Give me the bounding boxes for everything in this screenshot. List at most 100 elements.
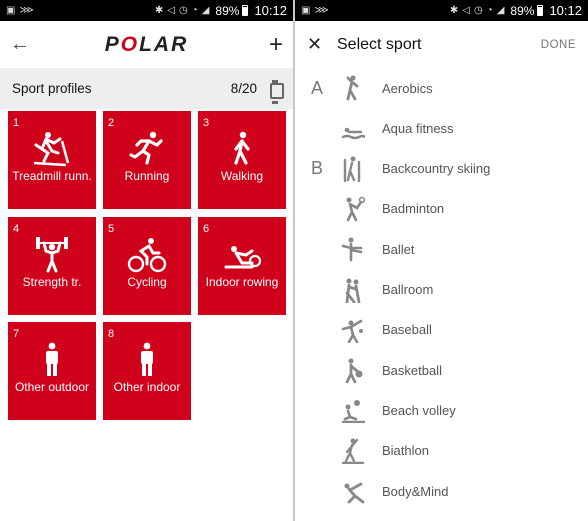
sport-list-item[interactable]: Basketball	[295, 350, 588, 390]
status-bar: ▣ ⋙ ✱ ◁ ◷ ◔ ◢ 89% 10:12	[0, 0, 293, 21]
sport-profiles-header: Sport profiles 8/20	[0, 68, 293, 109]
running-icon	[129, 131, 163, 165]
watch-icon[interactable]	[269, 79, 284, 104]
tile-label: Cycling	[127, 275, 167, 289]
tile-number: 3	[203, 117, 210, 129]
profile-count: 8/20	[230, 81, 257, 96]
sport-name: Ballroom	[382, 282, 434, 297]
tile-number: 8	[108, 328, 115, 340]
sport-list-item[interactable]: Baseball	[295, 310, 588, 350]
profile-tile-other-outdoor[interactable]: 7 Other outdoor	[8, 322, 96, 420]
tile-number: 7	[13, 328, 20, 340]
status-bar: ▣ ⋙ ✱ ◁ ◷ ◔ ◢ 89% 10:12	[295, 0, 588, 21]
clock: 10:12	[254, 3, 287, 18]
sport-list-item[interactable]: A Aerobics	[295, 68, 588, 108]
sport-list-item[interactable]: Biathlon	[295, 431, 588, 471]
mute-icon: ◁	[462, 5, 470, 16]
tile-number: 2	[108, 117, 115, 129]
bluetooth-icon: ✱	[449, 5, 459, 16]
polar-logo: POLAR	[104, 32, 189, 56]
cell-signal-icon: ◢	[201, 5, 210, 16]
badminton-icon	[346, 196, 365, 222]
tile-label: Other outdoor	[14, 380, 90, 394]
section-letter: A	[311, 77, 324, 98]
profile-tile-indoor-rowing[interactable]: 6 Indoor rowing	[198, 217, 286, 315]
page-title: Select sport	[337, 35, 422, 53]
profile-tile-strength[interactable]: 4 Strength tr.	[8, 217, 96, 315]
battery-percent: 89%	[510, 3, 535, 18]
mute-icon: ◁	[167, 5, 175, 16]
profile-tile-running[interactable]: 2 Running	[103, 111, 191, 209]
section-letter: B	[311, 158, 324, 179]
tile-label: Running	[124, 169, 170, 183]
select-sport-bar: ✕ Select sport DONE	[295, 21, 588, 68]
person-standing-icon	[141, 342, 153, 376]
sport-list-item[interactable]: Ballroom	[295, 270, 588, 310]
sport-name: Body&Mind	[382, 483, 449, 499]
aqua-fitness-icon	[341, 127, 365, 140]
gallery-icon: ▣	[6, 5, 16, 16]
sport-list-item[interactable]: B Backcountry skiing	[295, 149, 588, 189]
beach-volley-icon	[341, 400, 365, 424]
battery-percent: 89%	[215, 3, 240, 18]
signal-lines-icon: ⋙	[19, 5, 34, 16]
sport-profiles-screen: ▣ ⋙ ✱ ◁ ◷ ◔ ◢ 89% 10:12 ← POLAR + Sport …	[0, 0, 293, 521]
section-title: Sport profiles	[12, 81, 92, 96]
close-icon[interactable]: ✕	[307, 34, 337, 55]
signal-lines-icon: ⋙	[314, 5, 329, 16]
profile-tile-other-indoor[interactable]: 8 Other indoor	[103, 322, 191, 420]
sport-name: Badminton	[382, 201, 445, 217]
add-profile-button[interactable]: +	[259, 31, 283, 59]
sport-name: Basketball	[382, 362, 442, 378]
back-arrow-icon[interactable]: ←	[10, 33, 34, 56]
sport-list-item[interactable]: Badminton	[295, 189, 588, 229]
sport-list-item[interactable]: Aqua fitness	[295, 108, 588, 148]
strength-training-icon	[36, 237, 68, 273]
done-button[interactable]: DONE	[541, 39, 576, 51]
ballroom-icon	[345, 278, 361, 303]
sport-name: Ballet	[382, 241, 415, 257]
body-mind-icon	[344, 482, 365, 504]
sport-name: Beach volley	[382, 402, 456, 418]
baseball-icon	[341, 319, 363, 343]
sport-name: Biathlon	[382, 443, 429, 459]
profile-tile-treadmill[interactable]: 1 Treadmill runn.	[8, 111, 96, 209]
bluetooth-icon: ✱	[154, 5, 164, 16]
profile-tile-cycling[interactable]: 5 Cycling	[103, 217, 191, 315]
tile-label: Walking	[220, 169, 264, 183]
gallery-icon: ▣	[301, 5, 311, 16]
battery-icon	[537, 5, 544, 16]
basketball-icon	[345, 358, 363, 384]
tile-label: Strength tr.	[22, 275, 82, 289]
treadmill-icon	[33, 132, 70, 167]
clock: 10:12	[549, 3, 582, 18]
sport-name: Aqua fitness	[382, 120, 454, 136]
backcountry-skiing-icon	[343, 156, 361, 182]
alarm-icon: ◷	[473, 5, 483, 16]
cycling-icon	[127, 238, 167, 273]
sport-name: Backcountry skiing	[382, 161, 491, 177]
indoor-rowing-icon	[224, 246, 262, 269]
battery-icon	[242, 5, 249, 16]
alarm-icon: ◷	[178, 5, 188, 16]
walking-icon	[234, 131, 250, 165]
tile-number: 4	[13, 223, 20, 235]
profile-tile-walking[interactable]: 3 Walking	[198, 111, 286, 209]
wifi-icon: ◔	[191, 5, 198, 16]
sport-list-item[interactable]: Body&Mind	[295, 471, 588, 511]
tile-label: Treadmill runn.	[12, 169, 92, 183]
biathlon-icon	[341, 438, 365, 464]
sport-list-item[interactable]: Ballet	[295, 229, 588, 269]
sport-name: Aerobics	[382, 80, 433, 96]
sport-name: Baseball	[382, 322, 432, 338]
aerobics-icon	[346, 75, 359, 101]
cell-signal-icon: ◢	[496, 5, 505, 16]
person-standing-icon	[46, 342, 58, 376]
tile-label: Other indoor	[113, 380, 181, 394]
sport-list-item[interactable]: Beach volley	[295, 390, 588, 430]
tile-number: 6	[203, 223, 210, 235]
ballet-icon	[341, 237, 363, 262]
select-sport-screen: ▣ ⋙ ✱ ◁ ◷ ◔ ◢ 89% 10:12 ✕ Select sport D…	[295, 0, 588, 521]
app-bar: ← POLAR +	[0, 21, 293, 68]
tile-number: 5	[108, 223, 115, 235]
